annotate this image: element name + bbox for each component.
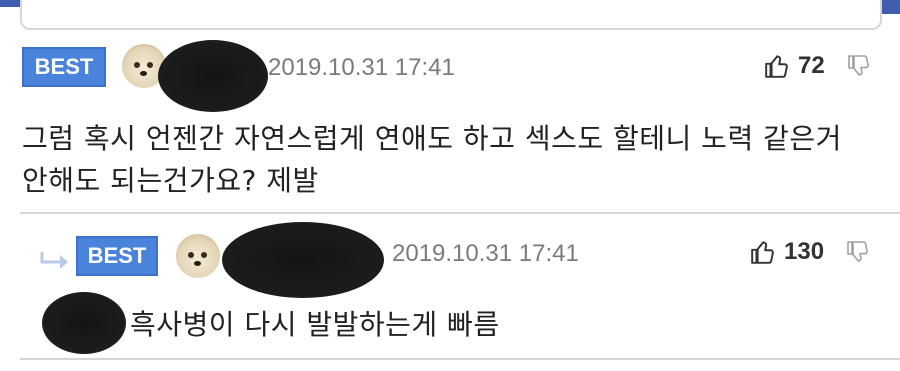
- avatar-dog-icon[interactable]: [176, 234, 220, 278]
- comment-body-line-2: 안해도 되는건가요? 제발: [22, 164, 319, 197]
- comment-body-line-1: 그럼 혹시 언젠간 자연스럽게 연애도 하고 섹스도 할테니 노력 같은거: [22, 122, 842, 155]
- like-count: 72: [798, 52, 825, 79]
- like-group: 72: [764, 52, 871, 80]
- best-badge: BEST: [22, 47, 106, 87]
- comment-timestamp: 2019.10.31 17:41: [268, 54, 455, 81]
- comment-divider: [20, 358, 900, 360]
- thumbs-up-icon[interactable]: [750, 239, 776, 265]
- redacted-username: [158, 40, 268, 112]
- thumbs-down-icon[interactable]: [846, 240, 870, 264]
- comment-1: BEST 2019.10.31 17:41 72 그럼 혹시 언젠간 자연스럽게…: [0, 0, 900, 212]
- comment-2-reply: BEST 2019.10.31 17:41 130 흑사병이 다시 발발하는게 …: [0, 214, 900, 364]
- redacted-mention: [42, 292, 126, 354]
- reply-arrow-icon: [40, 252, 68, 269]
- thumbs-up-icon[interactable]: [764, 53, 790, 79]
- like-count: 130: [784, 238, 825, 265]
- comment-timestamp: 2019.10.31 17:41: [392, 240, 579, 267]
- thumbs-down-icon[interactable]: [847, 54, 871, 78]
- like-group: 130: [750, 238, 870, 266]
- comment-body: 흑사병이 다시 발발하는게 빠름: [130, 308, 500, 341]
- redacted-username: [222, 222, 384, 298]
- comment-body: 그럼 혹시 언젠간 자연스럽게 연애도 하고 섹스도 할테니 노력 같은거 안해…: [22, 118, 842, 202]
- best-badge: BEST: [76, 236, 158, 276]
